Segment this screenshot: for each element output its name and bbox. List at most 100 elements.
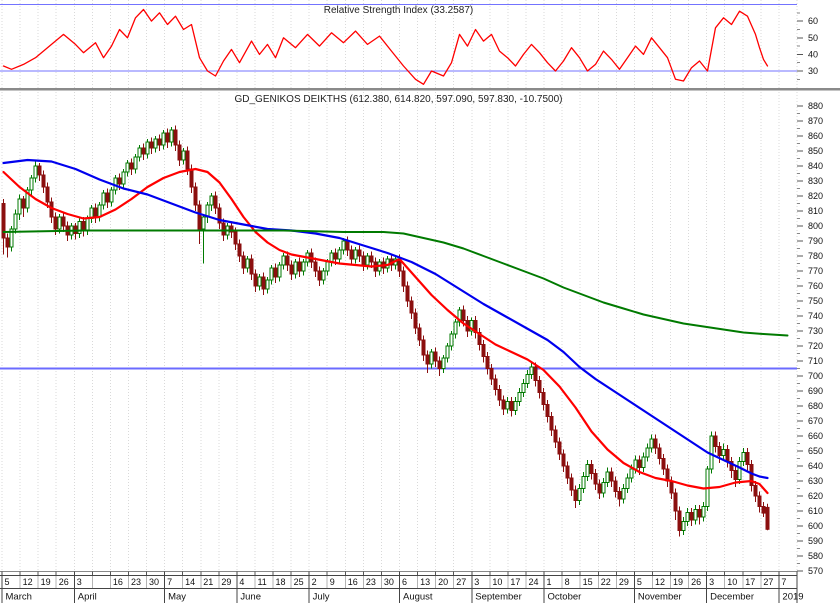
candle xyxy=(361,251,366,271)
panel-divider xyxy=(0,88,840,91)
week-label: 14 xyxy=(185,577,195,587)
candle-body xyxy=(185,150,190,170)
month-label: 2019 xyxy=(782,592,803,603)
candle xyxy=(301,259,306,276)
rsi-axis-label: 60 xyxy=(808,16,818,26)
candle xyxy=(149,137,154,154)
candle-body xyxy=(709,435,714,470)
candle-body xyxy=(45,186,50,203)
candle-body xyxy=(765,506,770,530)
week-label: 1 xyxy=(547,577,552,587)
candle xyxy=(709,431,714,474)
candle-body xyxy=(157,138,162,146)
month-label: August xyxy=(403,592,433,603)
price-axis-label: 790 xyxy=(808,236,823,246)
price-axis-label: 880 xyxy=(808,101,823,111)
candle-body xyxy=(261,276,266,290)
chart-canvas: 6050403088087086085084083082081080079078… xyxy=(0,0,840,603)
candle-body xyxy=(125,162,130,173)
candle xyxy=(157,134,162,151)
candle-body xyxy=(541,392,546,405)
week-label: 20 xyxy=(438,577,448,587)
candle xyxy=(501,395,506,415)
candle-body xyxy=(673,492,678,512)
candle-body xyxy=(693,509,698,521)
candle xyxy=(281,253,286,270)
candle xyxy=(729,457,734,478)
month-label: May xyxy=(168,592,186,603)
candle-body xyxy=(77,221,82,234)
week-label: 18 xyxy=(276,577,286,587)
candle xyxy=(169,127,174,147)
candle xyxy=(165,128,170,148)
candle xyxy=(353,247,358,264)
candle-body xyxy=(697,509,702,518)
candle xyxy=(489,364,494,385)
candle-body xyxy=(445,345,450,359)
candle xyxy=(349,245,354,265)
candle xyxy=(237,239,242,262)
candle-body xyxy=(677,510,682,531)
candle-body xyxy=(649,438,654,449)
candle-body xyxy=(525,374,530,384)
price-axis-label: 680 xyxy=(808,401,823,411)
candle-body xyxy=(313,261,318,272)
price-axis-label: 850 xyxy=(808,146,823,156)
candle-body xyxy=(317,270,322,281)
price-axis-label: 640 xyxy=(808,461,823,471)
rsi-axis-label: 40 xyxy=(808,49,818,59)
price-axis-label: 700 xyxy=(808,371,823,381)
candle xyxy=(765,503,770,531)
week-label: 6 xyxy=(402,577,407,587)
month-label: July xyxy=(313,592,330,603)
candle xyxy=(297,257,302,277)
week-label: 2 xyxy=(312,577,317,587)
candle xyxy=(661,454,666,475)
candle-body xyxy=(557,441,562,455)
candle-body xyxy=(105,192,110,203)
candle xyxy=(557,437,562,460)
candle xyxy=(249,254,254,280)
candle-body xyxy=(269,267,274,281)
candle-body xyxy=(757,495,762,507)
candle-body xyxy=(441,357,446,369)
candle xyxy=(205,202,210,223)
candle-body xyxy=(577,488,582,501)
candle xyxy=(445,343,450,363)
candle xyxy=(741,448,746,466)
price-axis-label: 760 xyxy=(808,281,823,291)
candle xyxy=(601,478,606,498)
month-label: June xyxy=(240,592,261,603)
candle-body xyxy=(169,129,174,143)
candle-body xyxy=(289,264,294,275)
candle xyxy=(473,316,478,339)
candle-body xyxy=(509,401,514,411)
candle xyxy=(33,161,38,183)
candle-body xyxy=(501,399,506,410)
candle-body xyxy=(57,216,62,230)
candle xyxy=(681,517,686,535)
candle-body xyxy=(429,351,434,365)
price-axis-label: 870 xyxy=(808,116,823,126)
candle xyxy=(49,197,54,223)
week-label: 10 xyxy=(727,577,737,587)
candle xyxy=(209,193,214,211)
candle-body xyxy=(453,321,458,335)
candle-body xyxy=(725,449,730,462)
month-label: December xyxy=(710,592,754,603)
price-axis-label: 650 xyxy=(808,446,823,456)
candle xyxy=(357,245,362,262)
candle xyxy=(89,205,94,223)
price-axis-label: 720 xyxy=(808,341,823,351)
week-label: 29 xyxy=(619,577,629,587)
candle-body xyxy=(545,404,550,417)
candle xyxy=(193,182,198,211)
candle xyxy=(657,443,662,465)
candle xyxy=(581,472,586,493)
candle-body xyxy=(349,249,354,260)
candle xyxy=(537,376,542,399)
candle-body xyxy=(333,252,338,260)
candle-body xyxy=(681,521,686,531)
week-label: 7 xyxy=(167,577,172,587)
candle-body xyxy=(605,471,610,483)
